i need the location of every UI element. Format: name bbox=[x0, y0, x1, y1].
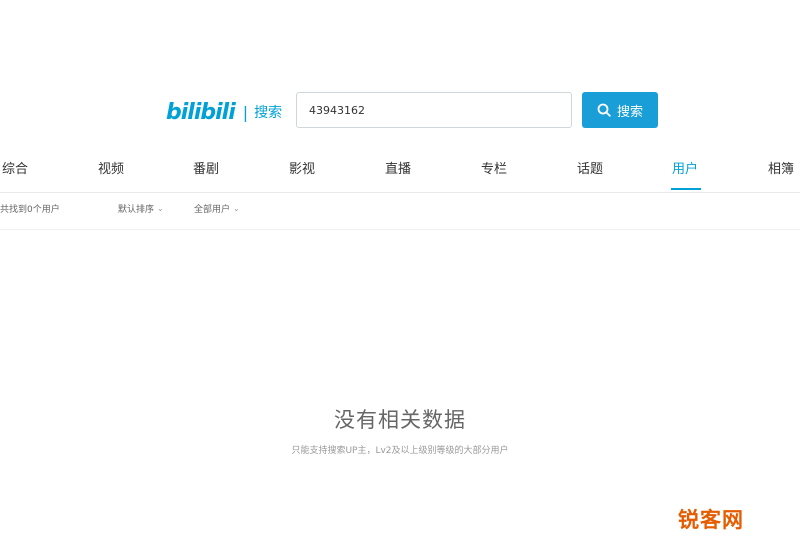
search-button[interactable]: 搜索 bbox=[582, 92, 658, 128]
chevron-down-icon: ⌄ bbox=[233, 204, 240, 213]
result-count-label: 共找到0个用户 bbox=[0, 205, 60, 215]
chevron-down-icon: ⌄ bbox=[157, 204, 164, 213]
filter-bar: 共找到0个用户 默认排序 ⌄ 全部用户 ⌄ bbox=[0, 193, 800, 230]
result-count: 共找到0个用户 bbox=[0, 202, 60, 215]
tab-film[interactable]: 影视 bbox=[289, 158, 315, 177]
tab-topic[interactable]: 话题 bbox=[577, 158, 603, 177]
user-type-dropdown-label: 全部用户 bbox=[194, 205, 231, 215]
logo-mark: bilibili bbox=[166, 99, 236, 125]
tab-bangumi[interactable]: 番剧 bbox=[193, 158, 219, 177]
sort-dropdown-label: 默认排序 bbox=[118, 205, 155, 215]
bilibili-logo[interactable]: bilibili | 搜索 bbox=[166, 98, 282, 126]
search-input[interactable] bbox=[296, 92, 572, 128]
site-watermark: 锐客网 bbox=[678, 508, 744, 532]
logo-separator: | bbox=[242, 102, 249, 122]
user-type-dropdown[interactable]: 全部用户 ⌄ bbox=[194, 202, 240, 215]
empty-state-title: 没有相关数据 bbox=[334, 408, 466, 432]
search-category-tabs: 综合 视频 番剧 影视 直播 专栏 话题 用户 相簿 bbox=[0, 150, 800, 193]
tab-album[interactable]: 相簿 bbox=[768, 158, 794, 177]
sort-dropdown[interactable]: 默认排序 ⌄ bbox=[118, 202, 164, 215]
tab-all[interactable]: 综合 bbox=[2, 158, 28, 177]
active-tab-indicator bbox=[671, 188, 701, 190]
search-button-label: 搜索 bbox=[616, 104, 643, 120]
empty-state-subtitle: 只能支持搜索UP主，Lv2及以上级别等级的大部分用户 bbox=[291, 446, 509, 456]
tab-user[interactable]: 用户 bbox=[672, 158, 698, 177]
tab-video[interactable]: 视频 bbox=[98, 158, 124, 177]
tab-live[interactable]: 直播 bbox=[385, 158, 411, 177]
search-icon bbox=[597, 103, 611, 117]
logo-suffix: 搜索 bbox=[254, 105, 283, 121]
tab-article[interactable]: 专栏 bbox=[481, 158, 507, 177]
